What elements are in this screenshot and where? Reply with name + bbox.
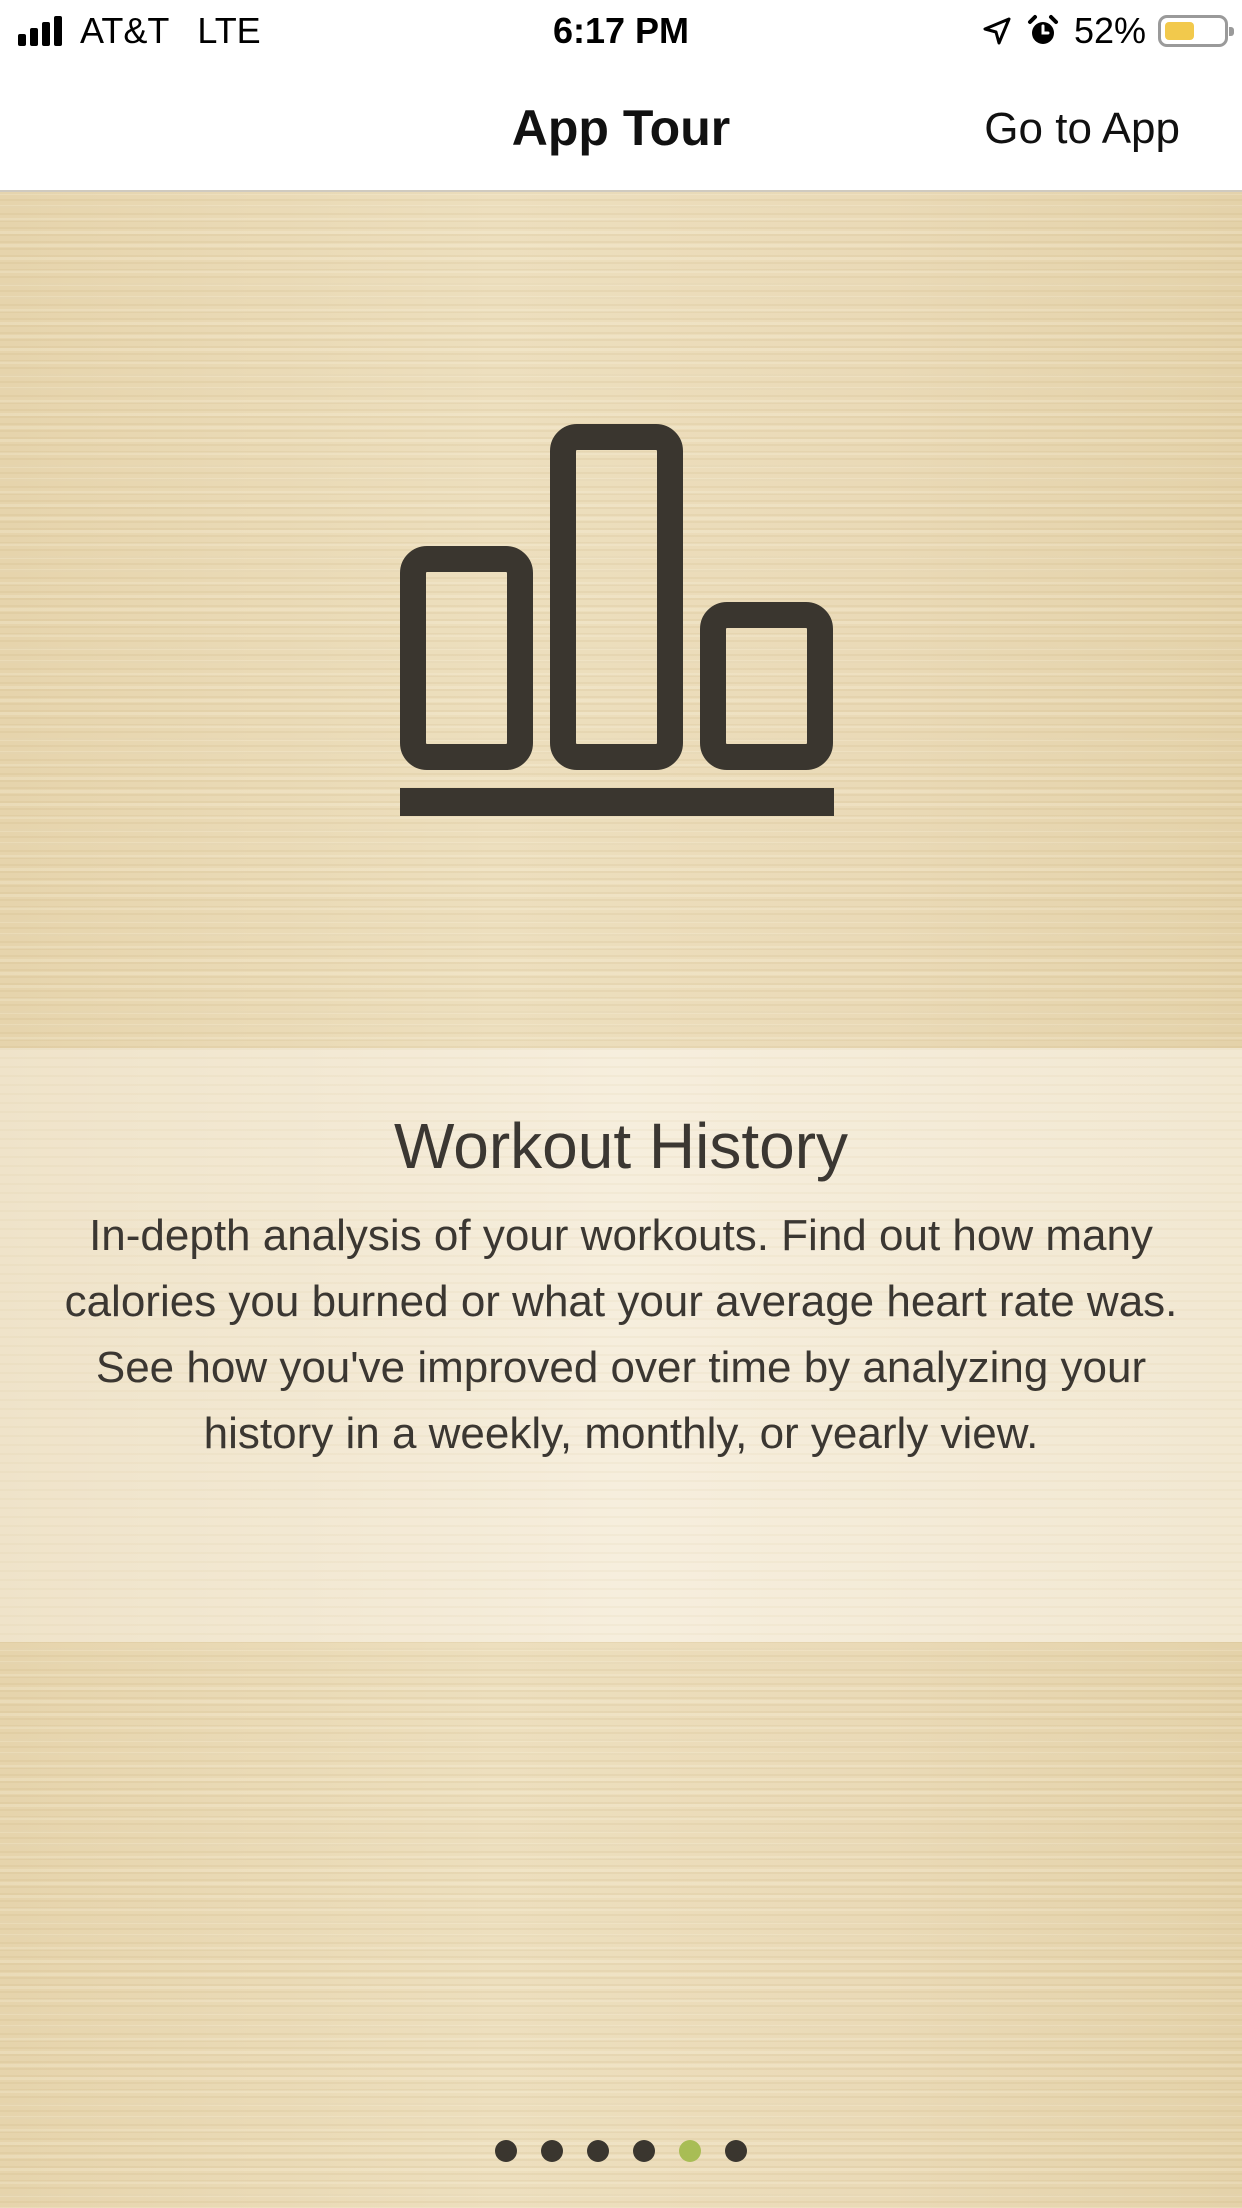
page-dot[interactable] xyxy=(633,2140,655,2162)
page-dot[interactable] xyxy=(725,2140,747,2162)
battery-fill xyxy=(1165,22,1194,40)
page-dot[interactable] xyxy=(495,2140,517,2162)
page-indicator[interactable] xyxy=(0,2140,1242,2162)
battery-nub xyxy=(1229,27,1234,36)
status-right: 52% xyxy=(982,10,1234,52)
bar-chart-icon xyxy=(400,420,842,820)
page-dot-active[interactable] xyxy=(679,2140,701,2162)
feature-card: Workout History In-depth analysis of you… xyxy=(0,1048,1242,1642)
page-dot[interactable] xyxy=(587,2140,609,2162)
status-bar: AT&T LTE 6:17 PM 52% xyxy=(0,0,1242,62)
navigation-bar: App Tour Go to App xyxy=(0,62,1242,192)
feature-description: In-depth analysis of your workouts. Find… xyxy=(64,1211,1178,1458)
feature-title: Workout History xyxy=(393,1110,849,1182)
go-to-app-button[interactable]: Go to App xyxy=(984,101,1180,157)
battery-icon xyxy=(1158,15,1234,47)
page-dot[interactable] xyxy=(541,2140,563,2162)
location-arrow-icon xyxy=(982,16,1012,46)
alarm-clock-icon xyxy=(1026,14,1060,48)
app-tour-screen: AT&T LTE 6:17 PM 52% App Tour Go to App … xyxy=(0,0,1242,2208)
battery-percent: 52% xyxy=(1073,10,1146,51)
